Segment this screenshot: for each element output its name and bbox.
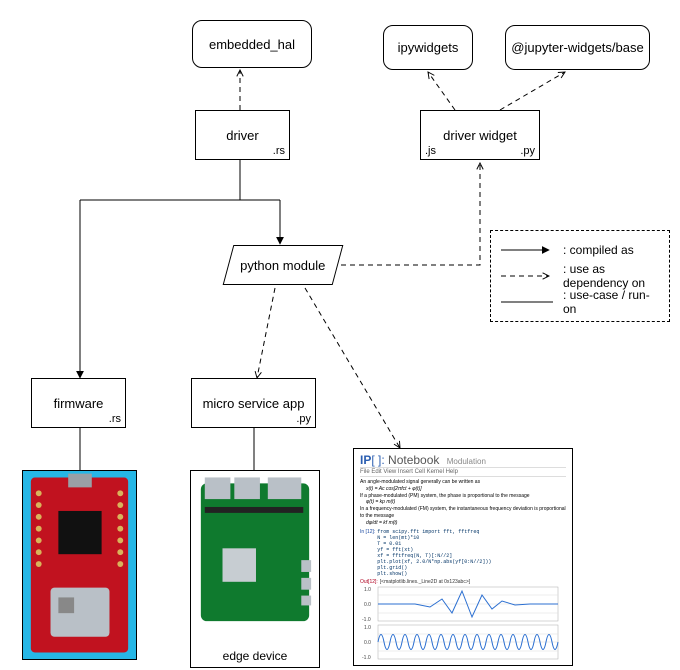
nb-title-bracket: [ ]: — [371, 453, 384, 467]
nb-eq: dφ/dt = kf m(t) — [360, 520, 566, 527]
image-notebook: IP[ ]: Notebook Modulation File Edit Vie… — [353, 448, 573, 666]
container-edge-device: edge device — [190, 470, 320, 668]
ext-label: .py — [296, 413, 311, 425]
nb-text: In a frequency-modulated (FM) system, th… — [360, 506, 566, 520]
legend-row-usecase: : use-case / run-on — [499, 289, 661, 315]
svg-text:0.0: 0.0 — [364, 640, 371, 646]
label: driver — [226, 128, 259, 143]
ext-label-py: .py — [520, 145, 535, 157]
legend-text: : use as dependency on — [563, 262, 661, 290]
svg-text:1.0: 1.0 — [364, 587, 371, 593]
svg-text:-1.0: -1.0 — [362, 617, 371, 623]
node-jupyter-widgets-base: @jupyter-widgets/base — [505, 25, 650, 70]
label: embedded_hal — [209, 37, 295, 52]
label: @jupyter-widgets/base — [511, 40, 643, 55]
label: firmware — [54, 396, 104, 411]
nb-title-notebook: Notebook — [388, 453, 439, 467]
nb-cell-label: In [12]: — [360, 529, 375, 577]
label: ipywidgets — [398, 40, 459, 55]
svg-text:0.0: 0.0 — [364, 602, 371, 608]
ext-label: .rs — [273, 145, 285, 157]
node-driver: driver .rs — [195, 110, 290, 160]
label-edge-device: edge device — [191, 649, 319, 663]
svg-text:1.0: 1.0 — [364, 625, 371, 631]
node-microservice: micro service app .py — [191, 378, 316, 428]
node-driver-widget: driver widget .js .py — [420, 110, 540, 160]
node-embedded-hal: embedded_hal — [192, 20, 312, 68]
nb-subtitle: Modulation — [447, 457, 486, 466]
node-ipywidgets: ipywidgets — [383, 25, 473, 70]
label: python module — [229, 246, 337, 286]
svg-text:-1.0: -1.0 — [362, 655, 371, 661]
legend-row-compiled: : compiled as — [499, 237, 661, 263]
nb-text: An angle-modulated signal generally can … — [360, 479, 566, 486]
nb-code: from scipy.fft import fft, fftfreqN = le… — [377, 529, 491, 577]
ext-label: .rs — [109, 413, 121, 425]
legend-text: : compiled as — [563, 243, 634, 257]
nb-text: If a phase-modulated (PM) system, the ph… — [360, 493, 566, 500]
label: driver widget — [443, 128, 517, 143]
legend-text: : use-case / run-on — [563, 288, 661, 316]
image-mcu-board — [22, 470, 137, 660]
legend-row-dependency: : use as dependency on — [499, 263, 661, 289]
node-python-module: python module — [223, 245, 344, 285]
ext-label-js: .js — [425, 145, 436, 157]
legend: : compiled as : use as dependency on : u… — [490, 230, 670, 322]
nb-eq: φ(t) = kp m(t) — [360, 499, 566, 506]
nb-plot: 1.0 0.0 -1.0 1.0 0.0 -1.0 — [360, 585, 565, 663]
label: micro service app — [203, 396, 305, 411]
nb-title-ip: IP — [360, 453, 371, 467]
node-firmware: firmware .rs — [31, 378, 126, 428]
nb-eq: x(t) = Ac cos[2πfct + φ(t)] — [360, 486, 566, 493]
